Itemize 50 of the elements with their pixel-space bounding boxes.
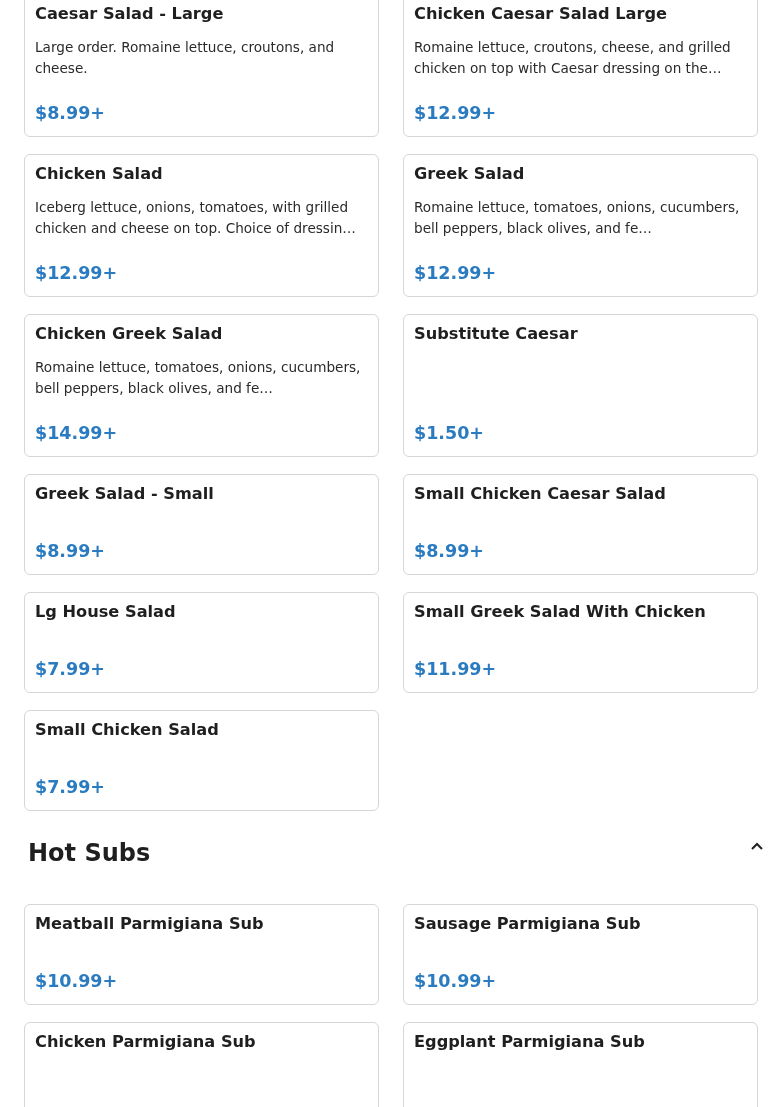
item-name: Small Chicken Salad [35,720,220,740]
menu-item-card[interactable]: Greek Salad - Small $8.99+ [24,474,379,575]
item-name: Chicken Greek Salad [35,324,224,344]
item-price: $12.99+ [35,262,119,285]
section-title: Hot Subs [28,838,151,868]
menu-item-card[interactable]: Small Chicken Caesar Salad $8.99+ [403,474,758,575]
item-name: Meatball Parmigiana Sub [35,914,265,934]
item-price: $8.99+ [35,102,107,125]
menu-item-card[interactable]: Greek Salad Romaine lettuce, tomatoes, onions, cucumbers, bell peppers, black olives, and fe… $12.99+ [403,154,758,297]
item-price: $7.99+ [35,658,107,681]
item-price: $8.99+ [35,540,107,563]
menu-item-card[interactable]: Chicken Caesar Salad Large Romaine lettuce, croutons, cheese, and grilled chicken on top with Caesar dressing on the… $12.99+ [403,0,758,137]
item-price: $1.50+ [414,422,486,445]
menu-item-card[interactable]: Substitute Caesar $1.50+ [403,314,758,457]
menu-item-card[interactable]: Small Greek Salad With Chicken $11.99+ [403,592,758,693]
item-price: $12.99+ [414,262,498,285]
item-name: Sausage Parmigiana Sub [414,914,642,934]
menu-item-card[interactable]: Sausage Parmigiana Sub $10.99+ [403,904,758,1005]
item-name: Greek Salad - Small [35,484,215,504]
item-price: $10.99+ [35,970,119,993]
item-description: Large order. Romaine lettuce, croutons, and cheese. [35,38,336,78]
menu-item-card[interactable]: Chicken Salad Iceberg lettuce, onions, tomatoes, with grilled chicken and cheese on top. Choice of dressin… $12.99+ [24,154,379,297]
item-price: $8.99+ [414,540,486,563]
item-name: Small Greek Salad With Chicken [414,602,707,622]
menu-item-card[interactable]: Eggplant Parmigiana Sub [403,1022,758,1107]
item-name: Eggplant Parmigiana Sub [414,1032,646,1052]
item-description: Romaine lettuce, croutons, cheese, and grilled chicken on top with Caesar dressing on the… [414,38,732,78]
item-name: Lg House Salad [35,602,177,622]
menu-item-card[interactable]: Chicken Parmigiana Sub [24,1022,379,1107]
menu-item-card[interactable]: Lg House Salad $7.99+ [24,592,379,693]
chevron-up-icon[interactable] [750,841,764,851]
item-name: Chicken Caesar Salad Large [414,4,669,24]
item-description: Romaine lettuce, tomatoes, onions, cucumbers, bell peppers, black olives, and fe… [35,358,362,398]
item-name: Chicken Salad [35,164,164,184]
item-name: Greek Salad [414,164,526,184]
item-price: $14.99+ [35,422,119,445]
menu-item-card[interactable]: Small Chicken Salad $7.99+ [24,710,379,811]
item-price: $10.99+ [414,970,498,993]
menu-item-card[interactable]: Meatball Parmigiana Sub $10.99+ [24,904,379,1005]
menu-item-card[interactable]: Caesar Salad - Large Large order. Romaine lettuce, croutons, and cheese. $8.99+ [24,0,379,137]
menu-item-card[interactable]: Chicken Greek Salad Romaine lettuce, tomatoes, onions, cucumbers, bell peppers, black olives, and fe… $14.99+ [24,314,379,457]
item-name: Chicken Parmigiana Sub [35,1032,257,1052]
item-price: $12.99+ [414,102,498,125]
item-name: Caesar Salad - Large [35,4,225,24]
item-name: Substitute Caesar [414,324,579,344]
item-price: $7.99+ [35,776,107,799]
item-name: Small Chicken Caesar Salad [414,484,667,504]
item-description: Iceberg lettuce, onions, tomatoes, with grilled chicken and cheese on top. Choice of dressin… [35,198,357,238]
item-price: $11.99+ [414,658,498,681]
item-description: Romaine lettuce, tomatoes, onions, cucumbers, bell peppers, black olives, and fe… [414,198,741,238]
